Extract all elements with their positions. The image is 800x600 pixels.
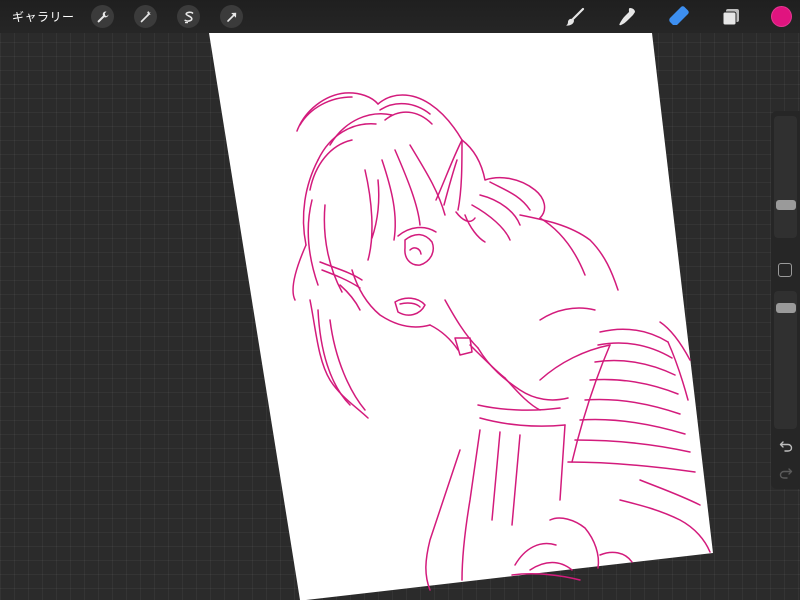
brush-tool-button[interactable] — [562, 4, 588, 30]
redo-button[interactable] — [775, 463, 797, 483]
wrench-icon — [97, 11, 108, 22]
actions-button[interactable] — [91, 5, 114, 28]
eraser-icon — [669, 6, 689, 25]
smudge-icon — [619, 8, 635, 26]
opacity-thumb[interactable] — [776, 303, 796, 313]
brush-icon — [566, 7, 585, 26]
brush-size-slider[interactable] — [774, 116, 797, 238]
redo-icon — [779, 468, 793, 479]
canvas-paper[interactable] — [209, 33, 713, 600]
transform-button[interactable] — [220, 5, 243, 28]
smudge-tool-button[interactable] — [614, 4, 640, 30]
color-picker-button[interactable] — [771, 6, 792, 27]
transform-arrow-icon — [226, 12, 236, 22]
gallery-button[interactable]: ギャラリー — [12, 8, 75, 25]
layers-button[interactable] — [718, 4, 744, 30]
adjustments-button[interactable] — [134, 5, 157, 28]
undo-icon — [779, 441, 793, 452]
eraser-tool-button[interactable] — [666, 4, 692, 30]
drawing-canvas[interactable] — [0, 33, 800, 600]
opacity-slider[interactable] — [774, 291, 797, 429]
canvas-workspace[interactable] — [0, 33, 800, 600]
brush-size-thumb[interactable] — [776, 200, 796, 210]
layers-icon — [722, 9, 739, 26]
selection-s-icon — [183, 10, 193, 23]
selection-button[interactable] — [177, 5, 200, 28]
top-toolbar: ギャラリー — [0, 0, 800, 33]
modify-button[interactable] — [778, 263, 792, 277]
undo-button[interactable] — [775, 436, 797, 456]
magic-wand-icon — [140, 10, 151, 22]
right-sidebar — [771, 111, 800, 489]
